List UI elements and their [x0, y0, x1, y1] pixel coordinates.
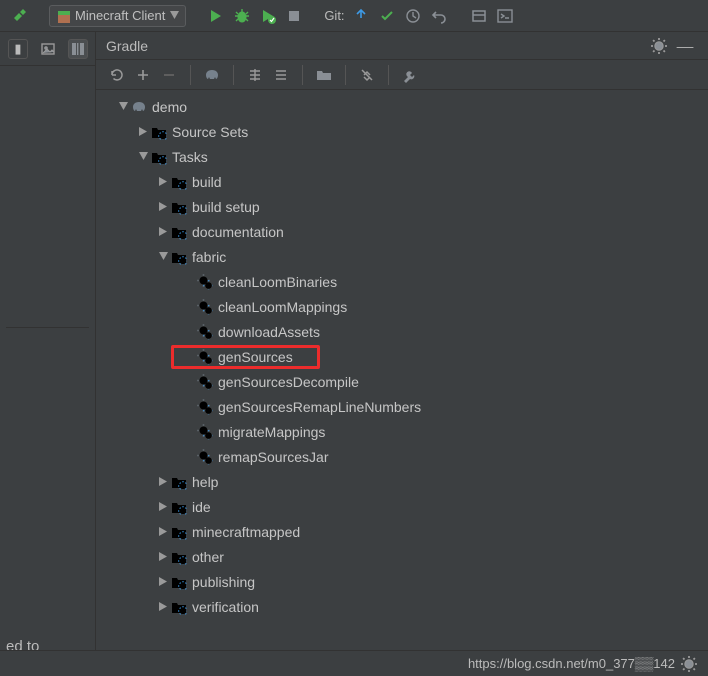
- gear-icon: [196, 398, 214, 416]
- debug-icon[interactable]: [232, 6, 252, 26]
- expand-all-icon[interactable]: [245, 65, 265, 85]
- offline-mode-icon[interactable]: [357, 65, 377, 85]
- tree-root[interactable]: demo: [96, 94, 708, 119]
- folder-gear-icon: [170, 498, 188, 516]
- chevron-down-icon: [170, 11, 179, 20]
- chevron-right-icon[interactable]: [136, 127, 150, 136]
- task-remapSourcesJar[interactable]: remapSourcesJar: [96, 444, 708, 469]
- tree-tasks[interactable]: Tasks: [96, 144, 708, 169]
- build-settings-icon[interactable]: [400, 65, 420, 85]
- folder-gear-icon: [170, 523, 188, 541]
- chevron-down-icon[interactable]: [116, 102, 130, 111]
- chevron-right-icon[interactable]: [156, 502, 170, 511]
- tree-group-minecraftmapped[interactable]: minecraftmapped: [96, 519, 708, 544]
- tree-group-documentation[interactable]: documentation: [96, 219, 708, 244]
- tree-group-help[interactable]: help: [96, 469, 708, 494]
- git-revert-icon[interactable]: [429, 6, 449, 26]
- run-config-combo[interactable]: Minecraft Client: [49, 5, 186, 27]
- refresh-icon[interactable]: [107, 65, 127, 85]
- main-toolbar: Minecraft Client Git:: [0, 0, 708, 32]
- gradle-tree[interactable]: demo Source Sets Tasks build build setup: [96, 90, 708, 650]
- task-genSources[interactable]: genSources: [96, 344, 708, 369]
- folder-gear-icon: [170, 223, 188, 241]
- tree-source-sets[interactable]: Source Sets: [96, 119, 708, 144]
- collapse-all-icon[interactable]: [271, 65, 291, 85]
- panel-header: Gradle —: [96, 32, 708, 60]
- tree-group-verification[interactable]: verification: [96, 594, 708, 619]
- chevron-right-icon[interactable]: [156, 577, 170, 586]
- panel-hide-icon[interactable]: —: [675, 36, 695, 56]
- left-gutter: ▮ ed to: [0, 32, 96, 676]
- gradle-toolbar: [96, 60, 708, 90]
- tree-group-build[interactable]: build: [96, 169, 708, 194]
- task-migrateMappings[interactable]: migrateMappings: [96, 419, 708, 444]
- tree-root-label: demo: [152, 99, 187, 115]
- folder-gear-icon: [170, 248, 188, 266]
- folder-gear-icon: [170, 598, 188, 616]
- git-update-icon[interactable]: [351, 6, 371, 26]
- gear-icon: [196, 348, 214, 366]
- task-downloadAssets[interactable]: downloadAssets: [96, 319, 708, 344]
- status-text: https://blog.csdn.net/m0_377▒▒142: [468, 656, 675, 671]
- chevron-down-icon[interactable]: [156, 252, 170, 261]
- status-bar: https://blog.csdn.net/m0_377▒▒142: [0, 650, 708, 676]
- tree-group-ide[interactable]: ide: [96, 494, 708, 519]
- git-commit-icon[interactable]: [377, 6, 397, 26]
- execute-task-icon[interactable]: [202, 65, 222, 85]
- tree-group-build-setup[interactable]: build setup: [96, 194, 708, 219]
- chevron-right-icon[interactable]: [156, 552, 170, 561]
- hammer-icon[interactable]: [9, 6, 29, 26]
- folder-gear-icon: [170, 573, 188, 591]
- tree-group-fabric[interactable]: fabric: [96, 244, 708, 269]
- status-gear-icon[interactable]: [679, 654, 699, 674]
- run-coverage-icon[interactable]: [258, 6, 278, 26]
- link-project-icon[interactable]: [314, 65, 334, 85]
- chevron-right-icon[interactable]: [156, 177, 170, 186]
- left-tab-1-icon[interactable]: ▮: [8, 39, 28, 59]
- folder-gear-icon: [170, 473, 188, 491]
- tree-group-publishing[interactable]: publishing: [96, 569, 708, 594]
- add-icon[interactable]: [133, 65, 153, 85]
- chevron-right-icon[interactable]: [156, 477, 170, 486]
- gear-icon: [196, 373, 214, 391]
- chevron-right-icon[interactable]: [156, 202, 170, 211]
- run-config-label: Minecraft Client: [75, 8, 165, 23]
- folder-gear-icon: [170, 198, 188, 216]
- gear-icon: [196, 323, 214, 341]
- left-tab-cols-icon[interactable]: [68, 39, 88, 59]
- git-label: Git:: [324, 8, 344, 23]
- shelf-icon[interactable]: [469, 6, 489, 26]
- chevron-down-icon[interactable]: [136, 152, 150, 161]
- gear-icon: [196, 448, 214, 466]
- folder-gear-icon: [150, 123, 168, 141]
- task-genSourcesDecompile[interactable]: genSourcesDecompile: [96, 369, 708, 394]
- task-cleanLoomBinaries[interactable]: cleanLoomBinaries: [96, 269, 708, 294]
- remove-icon: [159, 65, 179, 85]
- left-tab-image-icon[interactable]: [38, 39, 58, 59]
- stop-icon: [284, 6, 304, 26]
- git-history-icon[interactable]: [403, 6, 423, 26]
- gradle-panel: Gradle — demo Source Sets: [96, 32, 708, 650]
- terminal-icon[interactable]: [495, 6, 515, 26]
- chevron-right-icon[interactable]: [156, 527, 170, 536]
- chevron-right-icon[interactable]: [156, 602, 170, 611]
- tree-group-other[interactable]: other: [96, 544, 708, 569]
- gear-icon: [196, 298, 214, 316]
- panel-title-text: Gradle: [106, 38, 148, 54]
- task-cleanLoomMappings[interactable]: cleanLoomMappings: [96, 294, 708, 319]
- gear-icon: [196, 423, 214, 441]
- gear-icon: [196, 273, 214, 291]
- folder-gear-icon: [170, 548, 188, 566]
- chevron-right-icon[interactable]: [156, 227, 170, 236]
- panel-settings-icon[interactable]: [649, 36, 669, 56]
- task-genSourcesRemapLineNumbers[interactable]: genSourcesRemapLineNumbers: [96, 394, 708, 419]
- elephant-icon: [130, 98, 148, 116]
- run-icon[interactable]: [206, 6, 226, 26]
- folder-gear-icon: [150, 148, 168, 166]
- folder-gear-icon: [170, 173, 188, 191]
